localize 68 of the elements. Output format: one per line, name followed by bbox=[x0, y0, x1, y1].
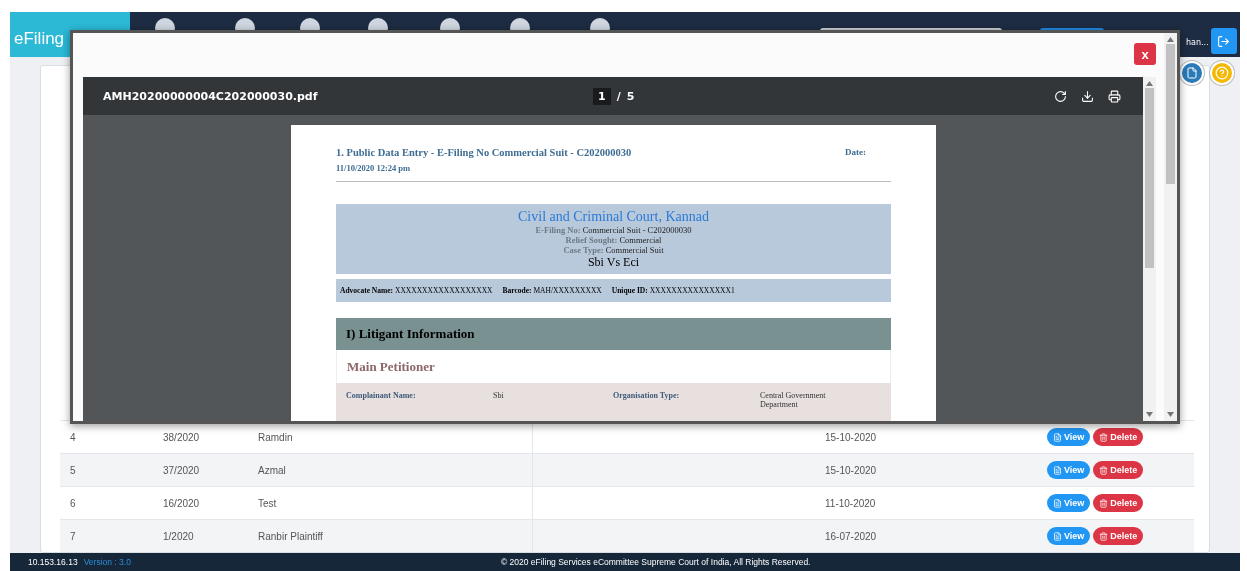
field-label: Complainant Name: bbox=[346, 391, 417, 402]
case-detail-text: E-Filing No: Commercial Suit - C202000030 bbox=[535, 225, 692, 235]
close-button[interactable]: x bbox=[1134, 43, 1156, 65]
table-cell-text: 38/2020 bbox=[162, 431, 201, 443]
case-detail-text: Case Type: Commercial Suit bbox=[563, 245, 664, 255]
trash-icon bbox=[1099, 498, 1109, 508]
field-value: Central Government Department bbox=[760, 391, 827, 411]
view-button[interactable]: View bbox=[1047, 461, 1091, 479]
scroll-up-icon[interactable] bbox=[1146, 81, 1153, 86]
copyright-text: © 2020 eFiling Services eCommittee Supreme Court of India, All Rights Reserved. bbox=[500, 557, 811, 567]
viewer-scrollbar[interactable] bbox=[1143, 77, 1156, 421]
delete-button[interactable]: Delete bbox=[1093, 461, 1144, 479]
scroll-thumb[interactable] bbox=[1145, 88, 1154, 268]
table-cell-text: 37/2020 bbox=[162, 464, 201, 476]
table-cell-text: Ranbir Plaintiff bbox=[257, 530, 324, 542]
page-number-field[interactable]: 1 bbox=[593, 87, 611, 105]
document-icon bbox=[1053, 432, 1062, 442]
scroll-down-icon[interactable] bbox=[1146, 412, 1153, 417]
delete-button[interactable]: Delete bbox=[1093, 527, 1144, 545]
date-label: Date: bbox=[845, 147, 866, 158]
date-time: 11/10/2020 12:24 pm bbox=[336, 163, 412, 173]
field-value: Sbi bbox=[493, 391, 505, 402]
table-cell-text: 7 bbox=[69, 530, 77, 542]
view-button[interactable]: View bbox=[1047, 494, 1091, 512]
table-cell-text: 1/2020 bbox=[162, 530, 195, 542]
table-cell-text: 6 bbox=[69, 497, 77, 509]
field-label: Organisation Type: bbox=[613, 391, 681, 402]
delete-button[interactable]: Delete bbox=[1093, 494, 1144, 512]
view-button[interactable]: View bbox=[1047, 527, 1091, 545]
table-cell-text: 16/2020 bbox=[162, 497, 201, 509]
scroll-thumb[interactable] bbox=[1166, 44, 1175, 184]
court-name: Civil and Criminal Court, Kannad bbox=[518, 209, 709, 225]
trash-icon bbox=[1099, 465, 1109, 475]
page-total: 5 bbox=[626, 89, 635, 103]
pdf-icon[interactable] bbox=[1180, 61, 1204, 85]
view-button[interactable]: View bbox=[1047, 428, 1091, 446]
rotate-icon[interactable] bbox=[1054, 89, 1067, 103]
print-icon[interactable] bbox=[1108, 89, 1121, 103]
version-text: Version : 3.0 bbox=[83, 557, 131, 567]
delete-button[interactable]: Delete bbox=[1093, 428, 1144, 446]
table-cell-text: Azmal bbox=[257, 464, 287, 476]
file-name: AMH20200000004C202000030.pdf bbox=[103, 89, 319, 103]
trash-icon bbox=[1099, 531, 1109, 541]
table-cell-text: 11-10-2020 bbox=[824, 497, 877, 509]
case-detail-text: Relief Sought: Commercial bbox=[565, 235, 662, 245]
trash-icon bbox=[1099, 432, 1109, 442]
table-cell-text: Test bbox=[257, 497, 278, 509]
scroll-up-icon[interactable] bbox=[1167, 37, 1174, 42]
document-icon bbox=[1053, 531, 1062, 541]
download-icon[interactable] bbox=[1081, 89, 1094, 103]
logout-icon bbox=[1217, 34, 1231, 48]
table-cell-text: 4 bbox=[69, 431, 77, 443]
table-cell-text: 16-07-2020 bbox=[824, 530, 878, 542]
server-ip: 10.153.16.13 bbox=[28, 557, 78, 567]
table-cell-text: 15-10-2020 bbox=[824, 464, 878, 476]
section-heading: I) Litigant Information bbox=[336, 318, 891, 350]
document-icon bbox=[1053, 498, 1062, 508]
modal-scrollbar[interactable] bbox=[1164, 33, 1177, 421]
user-name: han... bbox=[1186, 38, 1209, 47]
document-title: 1. Public Data Entry - E-Filing No Commercial Suit - C202000030 bbox=[336, 147, 632, 158]
page-separator: / bbox=[616, 89, 621, 103]
parties-text: Sbi Vs Eci bbox=[587, 255, 640, 270]
document-icon bbox=[1053, 465, 1062, 475]
table-cell-text: 15-10-2020 bbox=[824, 431, 878, 443]
logout-button[interactable] bbox=[1210, 28, 1237, 54]
scroll-down-icon[interactable] bbox=[1167, 412, 1174, 417]
table-cell-text: 5 bbox=[69, 464, 77, 476]
table-cell-text: Ramdin bbox=[257, 431, 294, 443]
